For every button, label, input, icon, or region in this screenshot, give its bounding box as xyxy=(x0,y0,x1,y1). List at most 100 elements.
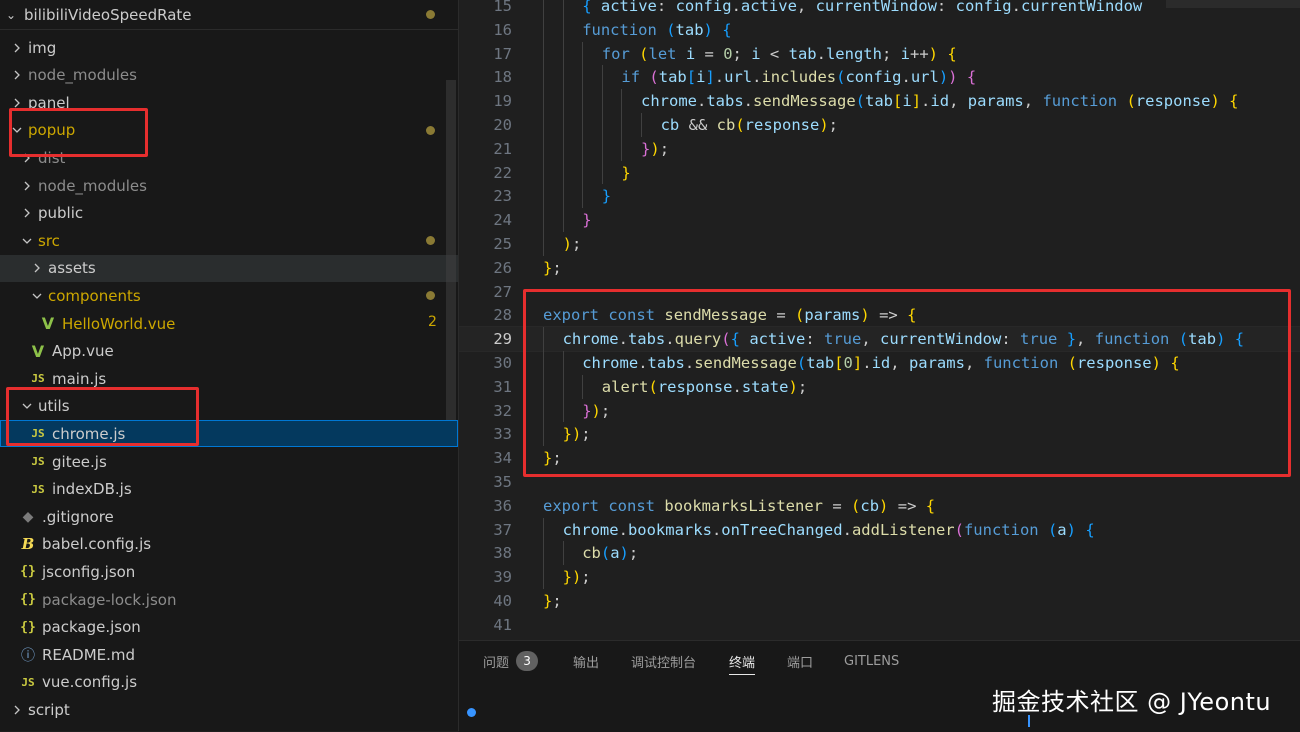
tree-item-script[interactable]: script xyxy=(0,696,458,723)
indent-guide xyxy=(543,208,544,232)
panel-tab-1[interactable]: 输出 xyxy=(573,641,599,681)
line-number: 15 xyxy=(493,0,512,15)
js-file-icon: JS xyxy=(21,675,35,689)
line-number: 22 xyxy=(493,163,512,182)
indent-guide xyxy=(543,184,544,209)
chevron-right-icon xyxy=(28,262,46,274)
tree-item-public[interactable]: public xyxy=(0,200,458,227)
tree-item-node-modules[interactable]: node_modules xyxy=(0,172,458,199)
tree-item-node-modules[interactable]: node_modules xyxy=(0,62,458,89)
line-number: 25 xyxy=(493,235,512,253)
code-text: chrome.tabs.sendMessage(tab[i].id, param… xyxy=(641,92,1239,111)
vue-file-icon: V xyxy=(41,314,55,333)
code-line[interactable]: 39}); xyxy=(459,565,1300,589)
watermark: 掘金技术社区 @ JYeontu xyxy=(992,688,1272,716)
code-line[interactable]: 22} xyxy=(459,160,1300,185)
modified-dot xyxy=(426,236,435,246)
terminal-status-dot xyxy=(467,708,476,717)
code-text: } xyxy=(601,187,612,206)
code-text: } xyxy=(621,163,631,182)
indent-guide xyxy=(543,517,544,542)
tree-item-indexdb-js[interactable]: JS indexDB.js xyxy=(0,476,458,503)
tree-item-components[interactable]: components xyxy=(0,282,458,309)
indent-guide xyxy=(582,65,584,90)
panel-tab-5[interactable]: GITLENS xyxy=(844,641,899,681)
code-line[interactable]: 25); xyxy=(459,232,1300,256)
tree-item-src[interactable]: src xyxy=(0,227,458,254)
panel-tab-label: GITLENS xyxy=(844,653,900,669)
line-number: 18 xyxy=(493,68,512,87)
babel-file-icon: B xyxy=(21,535,35,554)
code-line[interactable]: 40}; xyxy=(459,589,1300,613)
tree-item-babel-config-js[interactable]: Bbabel.config.js xyxy=(0,531,458,558)
code-line[interactable]: 36 export const bookmarksListener = (cb) … xyxy=(459,494,1300,518)
js-file-icon: JS xyxy=(31,482,45,496)
tree-item-helloworld-vue[interactable]: V HelloWorld.vue 2 xyxy=(0,310,458,337)
tree-item-readme-md[interactable]: ⓘ README.md xyxy=(0,641,458,668)
panel-tab-0[interactable]: 问题 3 xyxy=(483,641,539,681)
code-line[interactable]: 41 xyxy=(459,613,1300,637)
line-number: 34 xyxy=(493,449,512,468)
code-line[interactable]: 20 cb && cb(response); xyxy=(459,113,1300,137)
indent-guide xyxy=(562,160,564,185)
line-number: 27 xyxy=(493,282,512,301)
line-number: 39 xyxy=(493,568,512,587)
code-line[interactable]: 16 function (tab) { xyxy=(459,17,1300,42)
indent-guide xyxy=(582,89,584,113)
code-text: chrome.bookmarks.onTreeChanged.addListen… xyxy=(562,520,1095,539)
code-line[interactable]: 24} xyxy=(459,208,1300,232)
indent-guide xyxy=(562,208,564,232)
code-line[interactable]: 38 cb(a); xyxy=(459,541,1300,566)
line-number: 30 xyxy=(493,354,512,372)
indent-guide xyxy=(582,184,584,209)
code-line[interactable]: 21}); xyxy=(459,136,1300,161)
indent-guide xyxy=(621,89,623,113)
line-number: 32 xyxy=(493,401,512,420)
tree-item-jsconfig-json[interactable]: {} jsconfig.json xyxy=(0,558,458,585)
tree-item-gitee-js[interactable]: JS gitee.js xyxy=(0,448,458,475)
indent-guide xyxy=(543,41,544,66)
explorer-root-folder[interactable]: ⌄ bilibiliVideoSpeedRate xyxy=(0,0,458,30)
line-number: 24 xyxy=(493,211,512,230)
line-number: 38 xyxy=(493,544,512,563)
explorer-scrollbar[interactable] xyxy=(446,80,456,420)
code-line[interactable]: 37 chrome.bookmarks.onTreeChanged.addList… xyxy=(459,517,1300,542)
indent-guide xyxy=(543,136,544,161)
line-number: 20 xyxy=(493,116,512,134)
code-text: } xyxy=(582,211,592,230)
code-text: for (let i = 0; i < tab.length; i++) { xyxy=(601,44,957,63)
code-line[interactable]: 18 if (tab[i].url.includes(config.url)) { xyxy=(459,65,1300,90)
line-number: 16 xyxy=(493,20,512,39)
code-line[interactable]: 19 chrome.tabs.sendMessage(tab[i].id, par… xyxy=(459,89,1300,113)
tree-item-assets[interactable]: assets xyxy=(0,254,458,282)
tree-item--gitignore[interactable]: ◆ .gitignore xyxy=(0,503,458,530)
tree-item-label: node_modules xyxy=(38,176,147,195)
panel-tab-3[interactable]: 终端 xyxy=(729,641,756,681)
tree-item-vue-config-js[interactable]: JS vue.config.js xyxy=(0,669,458,696)
indent-guide xyxy=(562,136,564,161)
terminal-cursor xyxy=(1028,715,1030,727)
tree-item-package-lock-json[interactable]: {} package-lock.json xyxy=(0,586,458,613)
line-number: 36 xyxy=(493,496,512,515)
code-line[interactable]: 17 for (let i = 0; i < tab.length; i++) { xyxy=(459,41,1300,66)
code-line[interactable]: 26}; xyxy=(459,256,1300,280)
modified-dot xyxy=(426,125,435,135)
chevron-right-icon xyxy=(8,69,26,81)
chevron-right-icon xyxy=(8,42,26,54)
line-number: 37 xyxy=(493,520,512,539)
panel-tab-label: 问题 xyxy=(483,655,510,671)
tree-item-label: package-lock.json xyxy=(42,590,177,609)
indent-guide xyxy=(562,541,564,566)
panel-tab-4[interactable]: 端口 xyxy=(787,641,813,681)
chevron-right-icon xyxy=(8,97,26,109)
chevron-right-icon xyxy=(18,180,36,192)
tree-item-app-vue[interactable]: V App.vue xyxy=(0,338,458,365)
chevron-right-icon xyxy=(8,704,26,716)
code-text: function (tab) { xyxy=(582,20,732,39)
git-file-icon: ◆ xyxy=(22,508,34,525)
code-line[interactable]: 23} xyxy=(459,184,1300,209)
tree-item-package-json[interactable]: {} package.json xyxy=(0,614,458,641)
panel-tab-2[interactable]: 调试控制台 xyxy=(631,641,696,681)
tree-item-img[interactable]: img xyxy=(0,34,458,61)
vue-file-icon: V xyxy=(31,341,45,361)
